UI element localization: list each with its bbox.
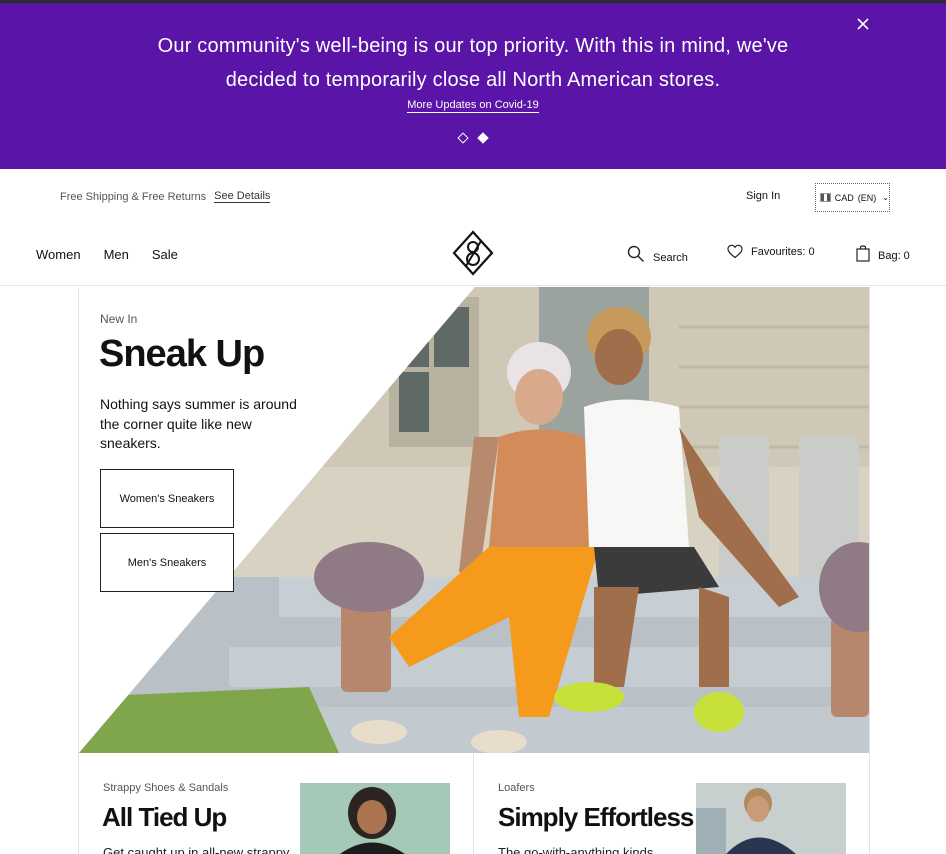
- covid-updates-link[interactable]: More Updates on Covid-19: [407, 99, 539, 113]
- womens-sneakers-button[interactable]: Women's Sneakers: [100, 469, 234, 528]
- favourites-label: Favourites: 0: [751, 245, 815, 258]
- nav-men[interactable]: Men: [104, 247, 129, 262]
- nav-sale[interactable]: Sale: [152, 247, 178, 262]
- brand-logo-icon[interactable]: [452, 230, 494, 276]
- card-1-description: Get caught up in all-new strappy: [103, 845, 290, 854]
- favourites-button[interactable]: Favourites: 0: [727, 244, 815, 259]
- banner-link-wrap: More Updates on Covid-19: [0, 99, 946, 113]
- card-1-title[interactable]: All Tied Up: [102, 802, 227, 833]
- banner-message: Our community's well-being is our top pr…: [0, 29, 946, 97]
- card-1-image[interactable]: [300, 783, 450, 854]
- hero-description: Nothing says summer is around the corner…: [100, 396, 297, 451]
- search-icon: [627, 245, 644, 262]
- content-border-left: [78, 287, 79, 854]
- card-2-title[interactable]: Simply Effortless: [498, 802, 694, 833]
- banner-message-line-2: decided to temporarily close all North A…: [225, 69, 721, 91]
- card-divider: [473, 754, 474, 854]
- nav-women[interactable]: Women: [36, 247, 81, 262]
- card-1-eyebrow: Strappy Shoes & Sandals: [103, 782, 229, 794]
- chevron-down-icon: ⌄: [882, 193, 889, 202]
- canada-flag-icon: [820, 193, 831, 202]
- shipping-info: Free Shipping & Free Returns See Details: [60, 190, 271, 203]
- shipping-text: Free Shipping & Free Returns: [60, 190, 207, 203]
- bag-label: Bag: 0: [878, 250, 910, 262]
- content-border-right: [869, 287, 870, 854]
- currency-code: CAD: [834, 192, 854, 203]
- card-2-image[interactable]: [696, 783, 846, 854]
- hero-title: Sneak Up: [99, 333, 265, 375]
- banner-message-line-1: Our community's well-being is our top pr…: [157, 35, 789, 57]
- language-code: (EN): [857, 192, 877, 203]
- main-nav: Women Men Sale: [36, 247, 178, 262]
- shopping-bag-icon: [856, 245, 870, 262]
- see-details-link[interactable]: See Details: [214, 190, 271, 203]
- covid-announcement-banner: Our community's well-being is our top pr…: [0, 3, 946, 169]
- search-label: Search: [653, 252, 688, 264]
- bag-button[interactable]: Bag: 0: [856, 244, 910, 262]
- currency-selector[interactable]: CAD (EN) ⌄: [815, 183, 890, 212]
- carousel-dot-2[interactable]: [477, 132, 489, 144]
- nav-divider: [0, 285, 946, 286]
- close-icon[interactable]: [852, 13, 874, 35]
- hero-eyebrow: New In: [100, 312, 138, 326]
- card-2-description: The go-with-anything kinds: [498, 845, 654, 854]
- search-button[interactable]: Search: [627, 244, 688, 264]
- sign-in-link[interactable]: Sign In: [746, 190, 780, 202]
- heart-icon: [727, 244, 743, 259]
- carousel-dot-1[interactable]: [457, 132, 469, 144]
- mens-sneakers-button[interactable]: Men's Sneakers: [100, 533, 234, 592]
- banner-carousel-dots: [0, 131, 946, 145]
- card-2-eyebrow: Loafers: [498, 782, 535, 794]
